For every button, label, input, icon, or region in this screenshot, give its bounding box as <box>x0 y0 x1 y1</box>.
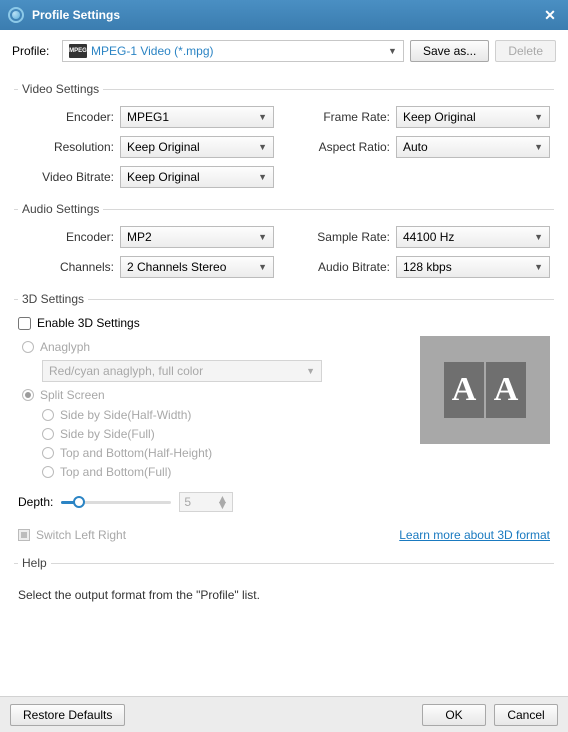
footer: Restore Defaults OK Cancel <box>0 696 568 732</box>
switch-lr-label: Switch Left Right <box>36 528 126 542</box>
help-text: Select the output format from the "Profi… <box>18 588 550 602</box>
depth-label: Depth: <box>18 495 53 509</box>
split-screen-label: Split Screen <box>40 388 105 402</box>
depth-slider <box>61 495 171 509</box>
chevron-down-icon: ▼ <box>258 172 267 182</box>
frame-rate-label: Frame Rate: <box>294 110 390 124</box>
chevron-down-icon: ▼ <box>258 262 267 272</box>
tab-half-radio <box>42 447 54 459</box>
audio-encoder-select[interactable]: MP2▼ <box>120 226 274 248</box>
chevron-down-icon: ▼ <box>534 232 543 242</box>
ok-button[interactable]: OK <box>422 704 486 726</box>
chevron-down-icon: ▼ <box>534 142 543 152</box>
sbs-full-label: Side by Side(Full) <box>60 427 155 441</box>
profile-value: MPEG-1 Video (*.mpg) <box>91 44 214 58</box>
video-encoder-label: Encoder: <box>18 110 114 124</box>
audio-settings-group: Audio Settings Encoder: MP2▼ Sample Rate… <box>14 202 554 278</box>
resolution-label: Resolution: <box>18 140 114 154</box>
resolution-select[interactable]: Keep Original▼ <box>120 136 274 158</box>
help-legend: Help <box>18 556 51 570</box>
aspect-ratio-select[interactable]: Auto▼ <box>396 136 550 158</box>
chevron-down-icon: ▼ <box>216 502 228 508</box>
help-group: Help Select the output format from the "… <box>14 556 554 602</box>
video-encoder-select[interactable]: MPEG1▼ <box>120 106 274 128</box>
split-screen-radio <box>22 389 34 401</box>
3d-settings-legend: 3D Settings <box>18 292 88 306</box>
anaglyph-label: Anaglyph <box>40 340 90 354</box>
profile-select[interactable]: MPEG MPEG-1 Video (*.mpg) ▼ <box>62 40 404 62</box>
video-bitrate-select[interactable]: Keep Original▼ <box>120 166 274 188</box>
sbs-half-label: Side by Side(Half-Width) <box>60 408 191 422</box>
frame-rate-select[interactable]: Keep Original▼ <box>396 106 550 128</box>
restore-defaults-button[interactable]: Restore Defaults <box>10 704 125 726</box>
channels-select[interactable]: 2 Channels Stereo▼ <box>120 256 274 278</box>
enable-3d-label: Enable 3D Settings <box>37 316 140 330</box>
video-settings-legend: Video Settings <box>18 82 103 96</box>
sample-rate-select[interactable]: 44100 Hz▼ <box>396 226 550 248</box>
titlebar: Profile Settings ✕ <box>0 0 568 30</box>
tab-full-label: Top and Bottom(Full) <box>60 465 171 479</box>
anaglyph-radio <box>22 341 34 353</box>
chevron-down-icon: ▼ <box>306 366 315 376</box>
audio-encoder-label: Encoder: <box>18 230 114 244</box>
chevron-down-icon: ▼ <box>388 46 397 56</box>
audio-settings-legend: Audio Settings <box>18 202 103 216</box>
anaglyph-mode-select: Red/cyan anaglyph, full color▼ <box>42 360 322 382</box>
sample-rate-label: Sample Rate: <box>294 230 390 244</box>
save-as-button[interactable]: Save as... <box>410 40 489 62</box>
chevron-down-icon: ▼ <box>258 232 267 242</box>
aspect-ratio-label: Aspect Ratio: <box>294 140 390 154</box>
chevron-down-icon: ▼ <box>258 112 267 122</box>
audio-bitrate-select[interactable]: 128 kbps▼ <box>396 256 550 278</box>
chevron-down-icon: ▼ <box>258 142 267 152</box>
app-logo-icon <box>8 7 24 23</box>
video-bitrate-label: Video Bitrate: <box>18 170 114 184</box>
profile-label: Profile: <box>12 44 56 58</box>
chevron-down-icon: ▼ <box>534 112 543 122</box>
mpeg-icon: MPEG <box>69 44 87 58</box>
delete-button: Delete <box>495 40 556 62</box>
3d-settings-group: 3D Settings Enable 3D Settings Anaglyph … <box>14 292 554 542</box>
cancel-button[interactable]: Cancel <box>494 704 558 726</box>
channels-label: Channels: <box>18 260 114 274</box>
switch-lr-checkbox <box>18 529 30 541</box>
video-settings-group: Video Settings Encoder: MPEG1▼ Frame Rat… <box>14 82 554 188</box>
learn-more-3d-link[interactable]: Learn more about 3D format <box>399 528 550 542</box>
tab-half-label: Top and Bottom(Half-Height) <box>60 446 212 460</box>
sbs-full-radio <box>42 428 54 440</box>
enable-3d-checkbox[interactable] <box>18 317 31 330</box>
close-icon[interactable]: ✕ <box>540 5 560 25</box>
audio-bitrate-label: Audio Bitrate: <box>294 260 390 274</box>
window-title: Profile Settings <box>32 8 540 22</box>
depth-spinner: 5▲▼ <box>179 492 233 512</box>
tab-full-radio <box>42 466 54 478</box>
chevron-down-icon: ▼ <box>534 262 543 272</box>
3d-preview: AA <box>420 336 550 444</box>
sbs-half-radio <box>42 409 54 421</box>
